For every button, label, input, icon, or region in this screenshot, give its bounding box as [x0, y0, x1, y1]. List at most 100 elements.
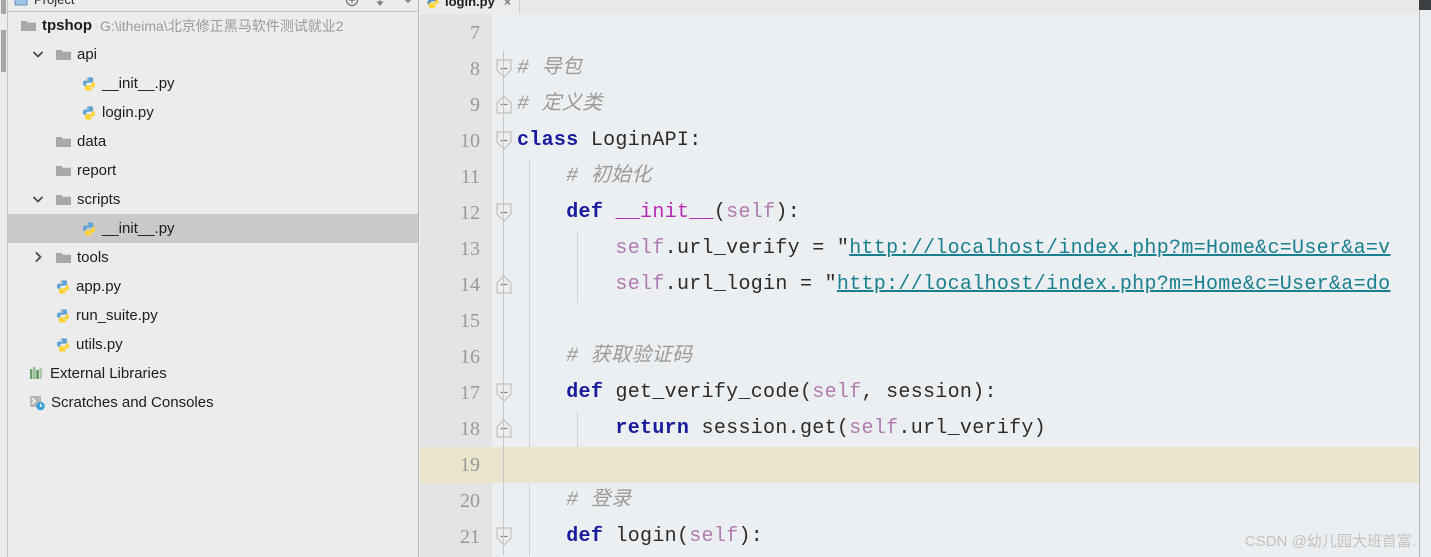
fold-connector: [503, 267, 504, 303]
code-token: ):: [738, 525, 764, 548]
editor-tab-label: login.py: [445, 0, 495, 9]
fold-connector: [503, 303, 504, 339]
fold-connector: [503, 159, 504, 195]
line-number: 12: [460, 202, 480, 224]
tree-item-label: utils.py: [76, 336, 123, 353]
line-number: 20: [460, 490, 480, 512]
project-icon: [14, 0, 28, 5]
line-number: 10: [460, 130, 480, 152]
fold-marker-start[interactable]: [496, 59, 512, 79]
python-icon: [82, 105, 96, 120]
close-icon[interactable]: ×: [504, 0, 511, 9]
code-line-14: self.url_login = "http://localhost/index…: [517, 267, 1390, 303]
tree-row-scratches-and-consoles[interactable]: Scratches and Consoles: [8, 388, 418, 417]
code-token: # 获取验证码: [517, 345, 693, 368]
tree-row-api[interactable]: api: [8, 40, 418, 69]
collapse-all-icon[interactable]: [345, 0, 359, 7]
code-token: get_verify_code(: [615, 381, 813, 404]
tree-row-data[interactable]: data: [8, 127, 418, 156]
code-line-8: # 导包: [517, 51, 582, 87]
settings-icon[interactable]: [373, 0, 387, 7]
code-token: ):: [775, 201, 800, 224]
fold-marker-start[interactable]: [496, 527, 512, 547]
tree-row-login-py[interactable]: login.py: [8, 98, 418, 127]
folder-icon: [56, 194, 71, 205]
tree-item-label: scripts: [77, 191, 121, 208]
line-number: 21: [460, 526, 480, 548]
fold-connector: [503, 123, 504, 159]
tree-item-label: app.py: [76, 278, 122, 295]
tool-strip-mark: [1, 0, 6, 14]
tree-row-external-libraries[interactable]: External Libraries: [8, 359, 418, 388]
tree-item-label: login.py: [102, 104, 154, 121]
code-token: http://localhost/index.php?m=Home&c=User…: [849, 237, 1391, 260]
fold-connector: [503, 195, 504, 231]
chevron-right-icon[interactable]: [32, 251, 45, 264]
fold-marker-start[interactable]: [496, 131, 512, 151]
code-line-11: # 初始化: [517, 159, 652, 195]
tree-row-run-suite-py[interactable]: run_suite.py: [8, 301, 418, 330]
editor-tab-login-py[interactable]: login.py ×: [420, 0, 520, 14]
python-icon: [82, 76, 96, 91]
tree-row-init-py[interactable]: __init__.py: [8, 69, 418, 98]
hide-icon[interactable]: [401, 0, 415, 7]
code-line-20: # 登录: [517, 483, 631, 519]
fold-marker-start[interactable]: [496, 203, 512, 223]
project-tree: tpshop G:\itheima\北京修正黑马软件测试就业2 api __ini…: [8, 11, 418, 417]
code-line-17: def get_verify_code(self, session):: [517, 375, 997, 411]
code-token: ": [836, 237, 850, 260]
code-token: .url_login =: [664, 273, 825, 296]
chevron-down-icon[interactable]: [32, 193, 45, 206]
tree-row-scripts[interactable]: scripts: [8, 185, 418, 214]
code-editor[interactable]: 7 8 # 导包 9 # 定义类 10 class LoginAPI: 11 # 初始化 12 …: [420, 14, 1431, 557]
tree-row-utils-py[interactable]: utils.py: [8, 330, 418, 359]
tree-root-label: tpshop: [42, 17, 92, 34]
libraries-icon: [30, 367, 42, 379]
code-token: # 登录: [517, 489, 632, 512]
tree-row-report[interactable]: report: [8, 156, 418, 185]
tree-item-label: tools: [77, 249, 109, 266]
code-token: # 定义类: [517, 93, 603, 116]
tree-item-label: api: [77, 46, 98, 63]
fold-marker-start[interactable]: [496, 383, 512, 403]
fold-marker-end[interactable]: [496, 419, 512, 439]
code-token: def: [566, 201, 616, 224]
fold-connector: [503, 339, 504, 375]
fold-marker-end[interactable]: [496, 275, 512, 295]
line-number: 7: [470, 22, 480, 44]
code-token: self: [849, 417, 899, 440]
code-line-9: # 定义类: [517, 87, 603, 123]
tree-item-label: report: [77, 162, 117, 179]
tree-row-root[interactable]: tpshop G:\itheima\北京修正黑马软件测试就业2: [8, 11, 418, 40]
code-token: , session):: [861, 381, 997, 404]
code-token: # 导包: [517, 57, 583, 80]
line-number: 15: [460, 310, 480, 332]
fold-connector: [503, 375, 504, 411]
code-line-12: def __init__(self):: [517, 195, 800, 231]
code-token: session.get(: [701, 417, 850, 440]
line-number: 14: [460, 274, 480, 296]
folder-icon: [56, 165, 71, 176]
fold-connector: [503, 411, 504, 447]
tabbar-empty-space: [519, 0, 1431, 14]
chevron-down-icon[interactable]: [32, 48, 45, 61]
fold-connector: [503, 231, 504, 267]
tree-row-tools[interactable]: tools: [8, 243, 418, 272]
code-token: ": [824, 273, 837, 296]
tree-row-app-py[interactable]: app.py: [8, 272, 418, 301]
tree-item-label: Scratches and Consoles: [51, 394, 214, 411]
code-token: http://localhost/index.php?m=Home&c=User…: [836, 273, 1391, 296]
python-icon: [56, 337, 70, 352]
tree-row-init-py[interactable]: __init__.py: [8, 214, 418, 243]
python-icon: [56, 308, 70, 323]
project-tool-window: Project tpshop G:\: [8, 0, 419, 557]
fold-connector: [503, 447, 504, 483]
code-line-13: self.url_verify = "http://localhost/inde…: [517, 231, 1390, 267]
code-token: self: [615, 237, 665, 260]
fold-marker-end[interactable]: [496, 95, 512, 115]
tool-window-strip: [0, 0, 8, 557]
code-token: .url_verify =: [664, 237, 837, 260]
